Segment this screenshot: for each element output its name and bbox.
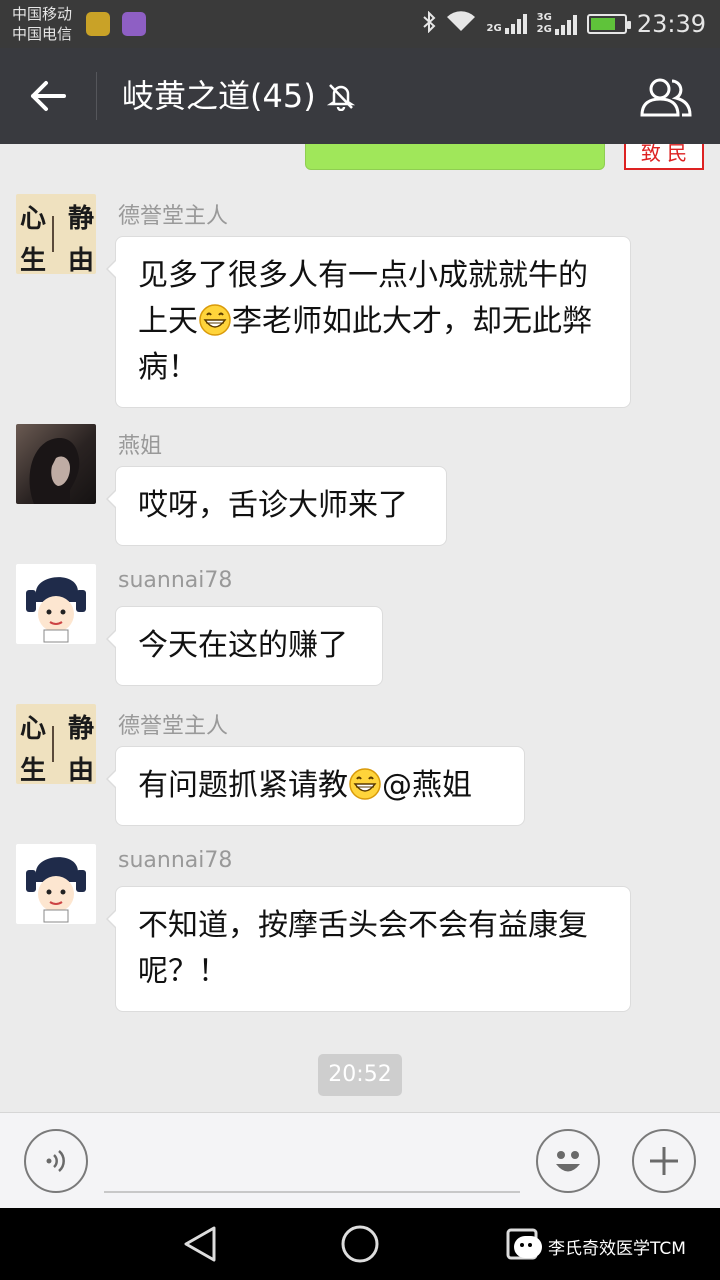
battery-fill: [590, 18, 615, 30]
message-bubble[interactable]: 有问题抓紧请教 @燕姐: [106, 746, 525, 826]
bluetooth-icon: [422, 10, 436, 38]
message-text: 不知道，按摩舌头会不会有益康复呢？！: [138, 908, 588, 989]
message-text-part-2: @燕姐: [382, 768, 472, 803]
notification-gallery-icon: [122, 12, 146, 36]
calligraphy-avatar[interactable]: 心 静 生 由: [16, 194, 96, 274]
nav-back-button[interactable]: [178, 1222, 222, 1266]
message-list[interactable]: 致 民 心 静 生 由 德誉堂主人 见多了很多人有一点小成就就牛的上天 李老师如此…: [0, 144, 720, 1112]
cartoon-avatar[interactable]: [16, 564, 96, 644]
message-bubble[interactable]: 哎呀，舌诊大师来了: [106, 466, 447, 546]
message-bubble[interactable]: 不知道，按摩舌头会不会有益康复呢？！: [106, 886, 631, 1012]
input-bar: [0, 1112, 720, 1208]
nav-home-button[interactable]: [338, 1222, 382, 1266]
sender-name: suannai78: [118, 848, 233, 873]
message-text: 哎呀，舌诊大师来了: [138, 488, 408, 523]
cartoon-avatar[interactable]: [16, 844, 96, 924]
own-message-bubble-partial[interactable]: [305, 144, 605, 170]
network-3-label: 2G: [536, 24, 552, 35]
watermark-text: 李氏奇效医学TCM: [548, 1239, 686, 1259]
message-text: 今天在这的赚了: [138, 628, 348, 663]
carrier-labels: 中国移动 中国电信: [12, 4, 72, 44]
message-item: 心 静 生 由 德誉堂主人 见多了很多人有一点小成就就牛的上天 李老师如此大才，却…: [16, 194, 631, 408]
watermark: 李氏奇效医学TCM: [514, 1234, 686, 1259]
portrait-silhouette-icon: [29, 438, 80, 504]
avatar-char-2: 静: [68, 714, 95, 744]
avatar-char-1: 心: [20, 714, 47, 744]
grin-emoji-icon: [199, 304, 231, 336]
avatar-char-2: 静: [68, 204, 95, 234]
avatar-char-1: 心: [20, 204, 47, 234]
voice-input-icon: [46, 1150, 65, 1172]
cartoon-scholar-icon: [26, 857, 86, 923]
partial-avatar-stamp[interactable]: 致 民: [624, 144, 704, 170]
avatar-inscription: [52, 216, 62, 252]
avatar-char-4: 由: [68, 756, 95, 784]
triangle-back-icon: [184, 1226, 216, 1262]
chat-title: 岐黄之道(45): [122, 77, 316, 115]
arrow-left-icon: [31, 81, 66, 111]
status-bar: 中国移动 中国电信 2G 3G 2G 23:39: [0, 0, 720, 48]
status-icons: 2G 3G 2G 23:39: [422, 0, 706, 48]
avatar-char-3: 生: [20, 756, 47, 784]
message-bubble[interactable]: 今天在这的赚了: [106, 606, 383, 686]
wechat-logo-icon: [514, 1235, 542, 1258]
smiley-icon: [556, 1151, 580, 1172]
system-nav-bar: 李氏奇效医学TCM: [0, 1208, 720, 1280]
message-input[interactable]: [104, 1133, 520, 1193]
carrier-2: 中国电信: [12, 25, 73, 43]
network-2-label: 3G: [536, 12, 552, 23]
emoji-button[interactable]: [536, 1129, 600, 1193]
signal-2-icon: 3G 2G: [537, 13, 577, 35]
cartoon-scholar-icon: [26, 577, 86, 643]
group-members-icon: [640, 78, 692, 117]
avatar-char-3: 生: [20, 246, 47, 274]
plus-icon: [650, 1147, 678, 1175]
carrier-1: 中国移动: [12, 5, 73, 23]
header-divider: [96, 72, 97, 120]
wifi-icon: [446, 10, 476, 38]
chat-title-group: 岐黄之道(45): [122, 74, 356, 118]
battery-icon: [586, 14, 631, 34]
more-options-button[interactable]: [632, 1129, 696, 1193]
grin-emoji-icon: [349, 768, 381, 800]
network-1-label: 2G: [486, 23, 502, 34]
avatar-char-4: 由: [68, 246, 95, 274]
group-members-button[interactable]: [636, 72, 696, 122]
message-item: 心 静 生 由 德誉堂主人 有问题抓紧请教 @燕姐: [16, 704, 525, 826]
signal-1-icon: 2G: [486, 14, 527, 34]
status-time: 23:39: [636, 10, 706, 38]
sender-name: 德誉堂主人: [118, 714, 229, 739]
notification-app-icon: [86, 12, 110, 36]
message-text-part-1: 有问题抓紧请教: [138, 768, 348, 803]
calligraphy-avatar[interactable]: 心 静 生 由: [16, 704, 96, 784]
sender-name: 德誉堂主人: [118, 204, 229, 229]
bell-muted-icon: [326, 84, 355, 111]
back-button[interactable]: [22, 74, 74, 118]
sender-name: 燕姐: [118, 434, 163, 459]
timestamp-badge: 20:52: [318, 1054, 402, 1096]
chat-header: 岐黄之道(45): [0, 48, 720, 144]
voice-input-button[interactable]: [24, 1129, 88, 1193]
message-bubble[interactable]: 见多了很多人有一点小成就就牛的上天 李老师如此大才，却无此弊病！: [106, 236, 631, 408]
photo-avatar[interactable]: [16, 424, 96, 504]
circle-home-icon: [341, 1225, 379, 1263]
sender-name: suannai78: [118, 568, 233, 593]
avatar-inscription: [52, 726, 62, 762]
